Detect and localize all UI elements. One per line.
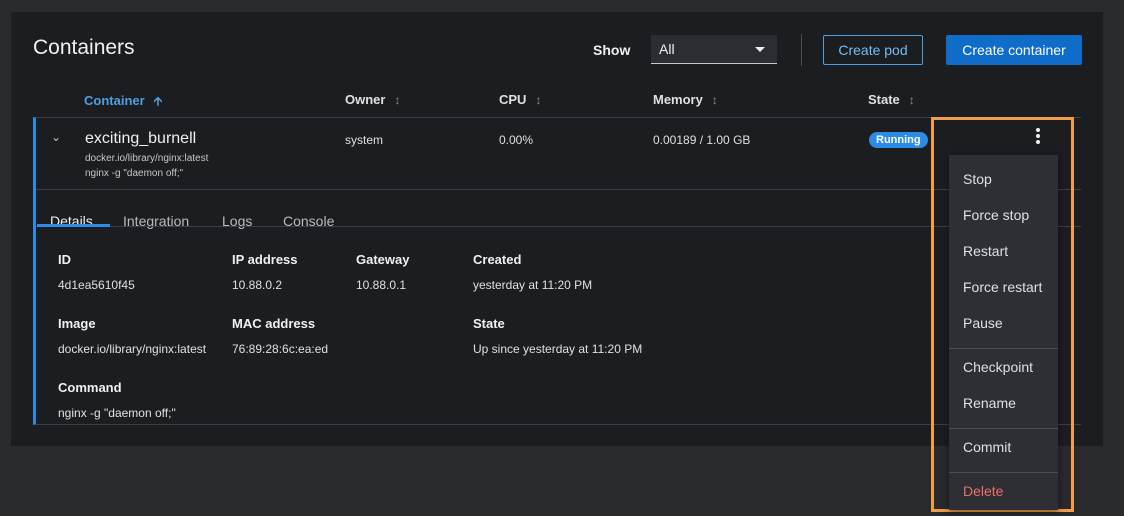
column-header-owner[interactable]: Owner ↕ <box>345 92 400 107</box>
column-header-state[interactable]: State ↕ <box>868 92 915 107</box>
active-tab-indicator <box>37 224 110 227</box>
sort-icon: ↕ <box>711 93 718 107</box>
detail-ip-label: IP address <box>232 252 298 267</box>
kebab-menu-icon[interactable] <box>1031 128 1045 148</box>
column-header-memory[interactable]: Memory ↕ <box>653 92 718 107</box>
detail-mac-value: 76:89:28:6c:ea:ed <box>232 342 329 356</box>
detail-image-value: docker.io/library/nginx:latest <box>58 342 207 356</box>
container-owner: system <box>345 133 384 147</box>
menu-item-restart[interactable]: Restart <box>963 243 1008 259</box>
detail-gateway-value: 10.88.0.1 <box>356 278 407 292</box>
column-header-cpu[interactable]: CPU ↕ <box>499 92 541 107</box>
create-container-button[interactable]: Create container <box>946 35 1082 65</box>
container-actions-menu: Stop Force stop Restart Force restart Pa… <box>949 155 1058 510</box>
sort-icon: ↕ <box>535 93 542 107</box>
page-title: Containers <box>33 36 135 59</box>
create-pod-button[interactable]: Create pod <box>823 35 923 65</box>
sort-icon: ↕ <box>908 93 915 107</box>
detail-command-value: nginx -g "daemon off;" <box>58 406 176 420</box>
menu-divider <box>949 472 1058 473</box>
menu-item-force-restart[interactable]: Force restart <box>963 279 1042 295</box>
detail-image-label: Image <box>58 316 96 331</box>
sort-icon: ↕ <box>394 93 401 107</box>
show-select[interactable]: All <box>651 35 777 64</box>
container-name: exciting_burnell <box>85 130 197 147</box>
column-header-container[interactable]: Container 🡩 <box>84 92 162 113</box>
detail-created-value: yesterday at 11:20 PM <box>473 278 593 292</box>
table-row: ⌄ exciting_burnell docker.io/library/ngi… <box>33 117 1081 425</box>
column-header-label: Memory <box>653 92 703 107</box>
column-header-label: Owner <box>345 92 386 107</box>
container-command: nginx -g "daemon off;" <box>85 168 184 179</box>
detail-id-label: ID <box>58 252 71 267</box>
menu-divider <box>949 348 1058 349</box>
detail-mac-label: MAC address <box>232 316 316 331</box>
column-header-label: State <box>868 92 900 107</box>
container-memory: 0.00189 / 1.00 GB <box>653 133 751 147</box>
menu-item-delete[interactable]: Delete <box>963 483 1003 499</box>
chevron-down-icon[interactable]: ⌄ <box>51 130 61 144</box>
detail-id-value: 4d1ea5610f45 <box>58 278 135 292</box>
detail-state-label: State <box>473 316 505 331</box>
detail-ip-value: 10.88.0.2 <box>232 278 283 292</box>
menu-item-commit[interactable]: Commit <box>963 439 1011 455</box>
menu-divider <box>949 428 1058 429</box>
menu-item-force-stop[interactable]: Force stop <box>963 207 1029 223</box>
detail-created-label: Created <box>473 252 522 267</box>
detail-gateway-label: Gateway <box>356 252 410 267</box>
row-divider <box>36 189 1081 190</box>
menu-item-stop[interactable]: Stop <box>963 171 992 187</box>
status-badge: Running <box>869 132 928 148</box>
container-cpu: 0.00% <box>499 133 534 147</box>
menu-item-pause[interactable]: Pause <box>963 315 1003 331</box>
sort-ascending-icon: 🡩 <box>153 94 163 108</box>
detail-state-value: Up since yesterday at 11:20 PM <box>473 342 643 356</box>
container-image: docker.io/library/nginx:latest <box>85 153 209 164</box>
column-header-label: Container <box>84 93 145 108</box>
show-select-value: All <box>659 41 675 57</box>
toolbar-divider <box>801 34 802 66</box>
menu-item-checkpoint[interactable]: Checkpoint <box>963 359 1033 375</box>
tabs-divider <box>36 226 1081 227</box>
caret-down-icon <box>755 47 765 52</box>
show-label: Show <box>593 42 631 58</box>
column-header-label: CPU <box>499 92 527 107</box>
menu-item-rename[interactable]: Rename <box>963 395 1016 411</box>
detail-command-label: Command <box>58 380 122 395</box>
